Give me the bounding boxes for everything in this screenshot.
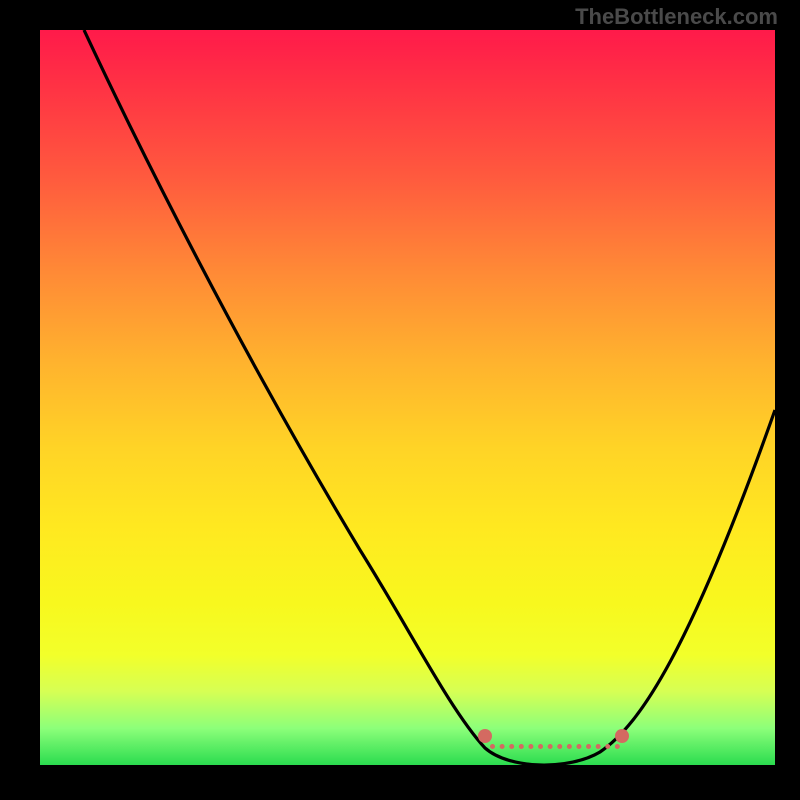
marker-left (478, 729, 492, 743)
attribution-text: TheBottleneck.com (575, 4, 778, 30)
optimal-range-line (490, 744, 620, 749)
marker-right (615, 729, 629, 743)
bottleneck-curve (40, 30, 775, 765)
curve-path (84, 30, 775, 765)
chart-area (40, 30, 775, 765)
